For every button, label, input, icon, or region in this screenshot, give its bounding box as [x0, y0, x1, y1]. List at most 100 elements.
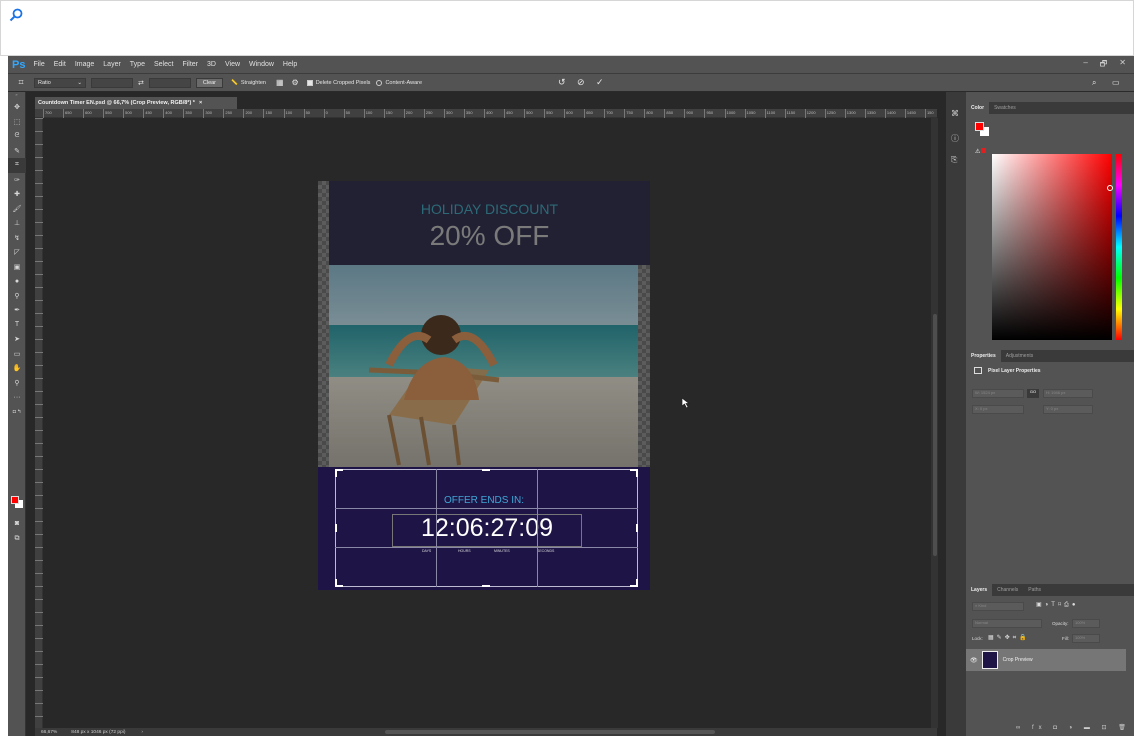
ratio-width-input[interactable] [91, 77, 133, 88]
history-panel-icon[interactable]: ⌘ [951, 109, 959, 118]
color-field[interactable] [992, 154, 1112, 340]
menu-file[interactable]: File [33, 61, 44, 68]
screen-mode-icon[interactable]: ⧉ [8, 532, 26, 547]
zoom-level[interactable]: 66,67% [41, 730, 57, 735]
lock-icons[interactable]: ▦✎✥⌗🔒 [988, 634, 1030, 642]
status-arrow-icon[interactable]: › [141, 730, 143, 735]
swap-icon[interactable]: ⇄ [138, 79, 144, 87]
foreground-color-swatch[interactable] [11, 496, 19, 504]
hand-tool-icon[interactable]: ✋ [8, 361, 26, 376]
menu-view[interactable]: View [225, 61, 240, 68]
crop-handle-bottom[interactable] [482, 585, 490, 587]
workspace-icon[interactable]: ▭ [1112, 78, 1120, 87]
restore-button[interactable]: 🗗 [1100, 58, 1108, 72]
crop-handle-left[interactable] [335, 524, 337, 532]
tab-paths[interactable]: Paths [1023, 584, 1046, 596]
layer-row-crop-preview[interactable]: 👁 Crop Preview [966, 649, 1126, 671]
zoom-tool-icon[interactable]: ⚲ [8, 376, 26, 391]
crop-tool-selected-icon[interactable]: ⌗ [8, 158, 26, 173]
gradient-tool-icon[interactable]: ▣ [8, 260, 26, 275]
menu-layer[interactable]: Layer [103, 61, 121, 68]
brush-presets-icon[interactable]: ⎘ [951, 155, 957, 165]
quick-select-tool-icon[interactable]: ✎ [8, 144, 26, 159]
prop-x-field[interactable]: X: 0 px [972, 405, 1024, 414]
close-tab-icon[interactable]: × [199, 100, 202, 106]
crop-handle-top[interactable] [482, 469, 490, 471]
menu-3d[interactable]: 3D [207, 61, 216, 68]
more-tools-icon[interactable]: ··· [8, 390, 26, 405]
menu-edit[interactable]: Edit [54, 61, 66, 68]
crop-handle-bl[interactable] [335, 579, 343, 587]
history-brush-icon[interactable]: ↯ [8, 231, 26, 246]
prop-y-field[interactable]: Y: 0 px [1043, 405, 1093, 414]
crop-handle-right[interactable] [636, 524, 638, 532]
brush-tool-icon[interactable]: 🖌 [8, 202, 26, 217]
minimize-button[interactable]: – [1083, 58, 1087, 72]
hue-slider[interactable] [1116, 154, 1122, 340]
menu-window[interactable]: Window [249, 61, 274, 68]
fill-field[interactable]: 100% [1072, 634, 1100, 643]
cancel-icon[interactable]: ⊘ [577, 77, 585, 88]
tab-color[interactable]: Color [966, 102, 990, 114]
straighten-label[interactable]: Straighten [241, 80, 266, 86]
menu-filter[interactable]: Filter [182, 61, 198, 68]
link-dimensions-button[interactable]: GO [1027, 389, 1039, 398]
search-icon-options[interactable]: ⌕ [1092, 78, 1096, 88]
blur-tool-icon[interactable]: ● [8, 274, 26, 289]
collapse-toolbar-icon[interactable]: » [8, 92, 25, 100]
pen-tool-icon[interactable]: ✒ [8, 303, 26, 318]
blend-mode-dropdown[interactable]: Normal [972, 619, 1042, 628]
crop-tool-icon[interactable]: ⌗ [8, 77, 34, 88]
vertical-scroll-thumb[interactable] [933, 314, 937, 556]
horizontal-scroll-thumb[interactable] [385, 730, 715, 734]
reset-icon[interactable]: ↺ [558, 77, 566, 88]
panel-fg-swatch[interactable] [975, 122, 984, 131]
grid-overlay-icon[interactable]: ▦ [276, 78, 284, 87]
crop-box[interactable] [335, 469, 638, 587]
tab-adjustments[interactable]: Adjustments [1001, 350, 1039, 362]
quick-mask-icon[interactable]: ◙ [8, 516, 26, 531]
visibility-eye-icon[interactable]: 👁 [970, 657, 978, 664]
tab-properties[interactable]: Properties [966, 350, 1001, 362]
default-colors-icon[interactable]: ◘ ↰ [8, 405, 26, 420]
menu-image[interactable]: Image [75, 61, 94, 68]
eraser-tool-icon[interactable]: ◸ [8, 245, 26, 260]
rectangle-tool-icon[interactable]: ▭ [8, 347, 26, 362]
lasso-tool-icon[interactable]: ᘓ [8, 129, 26, 144]
crop-handle-br[interactable] [630, 579, 638, 587]
crop-handle-tr[interactable] [630, 469, 638, 477]
type-tool-icon[interactable]: T [8, 318, 26, 333]
tab-channels[interactable]: Channels [992, 584, 1023, 596]
opacity-field[interactable]: 100% [1072, 619, 1100, 628]
ratio-height-input[interactable] [148, 77, 191, 88]
close-button[interactable]: ✕ [1119, 58, 1126, 72]
gear-icon[interactable]: ⚙ [292, 78, 299, 87]
eyedropper-tool-icon[interactable]: ✑ [8, 173, 26, 188]
layer-kind-filter[interactable]: ⌕ Kind [972, 602, 1024, 611]
menu-help[interactable]: Help [283, 61, 297, 68]
content-aware-checkbox[interactable] [376, 79, 383, 86]
tab-swatches[interactable]: Swatches [989, 102, 1021, 114]
path-select-icon[interactable]: ➤ [8, 332, 26, 347]
commit-icon[interactable]: ✓ [596, 77, 604, 88]
menu-select[interactable]: Select [154, 61, 173, 68]
ratio-dropdown[interactable]: Ratio ⌄ [34, 77, 86, 88]
delete-cropped-checkbox[interactable] [306, 79, 313, 86]
healing-tool-icon[interactable]: ✚ [8, 187, 26, 202]
marquee-tool-icon[interactable]: ⬚ [8, 115, 26, 130]
clear-button[interactable]: Clear [195, 77, 224, 88]
prop-width-field[interactable]: W: 1524 px [972, 389, 1024, 398]
document-canvas[interactable]: HOLIDAY DISCOUNT 20% OFF OFFER ENDS IN: … [318, 181, 650, 590]
info-panel-icon[interactable]: ⓘ [951, 133, 959, 144]
stamp-tool-icon[interactable]: ⊥ [8, 216, 26, 231]
straighten-icon[interactable]: 📏 [231, 80, 238, 86]
layer-filter-icons[interactable]: ▣◑T⌑⎙● [1036, 601, 1078, 609]
prop-height-field[interactable]: H: 1946 px [1043, 389, 1093, 398]
search-icon[interactable] [9, 8, 23, 22]
tab-layers[interactable]: Layers [966, 584, 993, 596]
layers-footer-icons[interactable]: ∞ fx ◘ ◑ ▬ ⊡ 🗑 [1016, 724, 1131, 731]
document-tab[interactable]: Countdown Timer EN.psd @ 66,7% (Crop Pre… [35, 97, 237, 109]
dodge-tool-icon[interactable]: ⚲ [8, 289, 26, 304]
crop-handle-tl[interactable] [335, 469, 343, 477]
move-tool-icon[interactable]: ✥ [8, 100, 26, 115]
